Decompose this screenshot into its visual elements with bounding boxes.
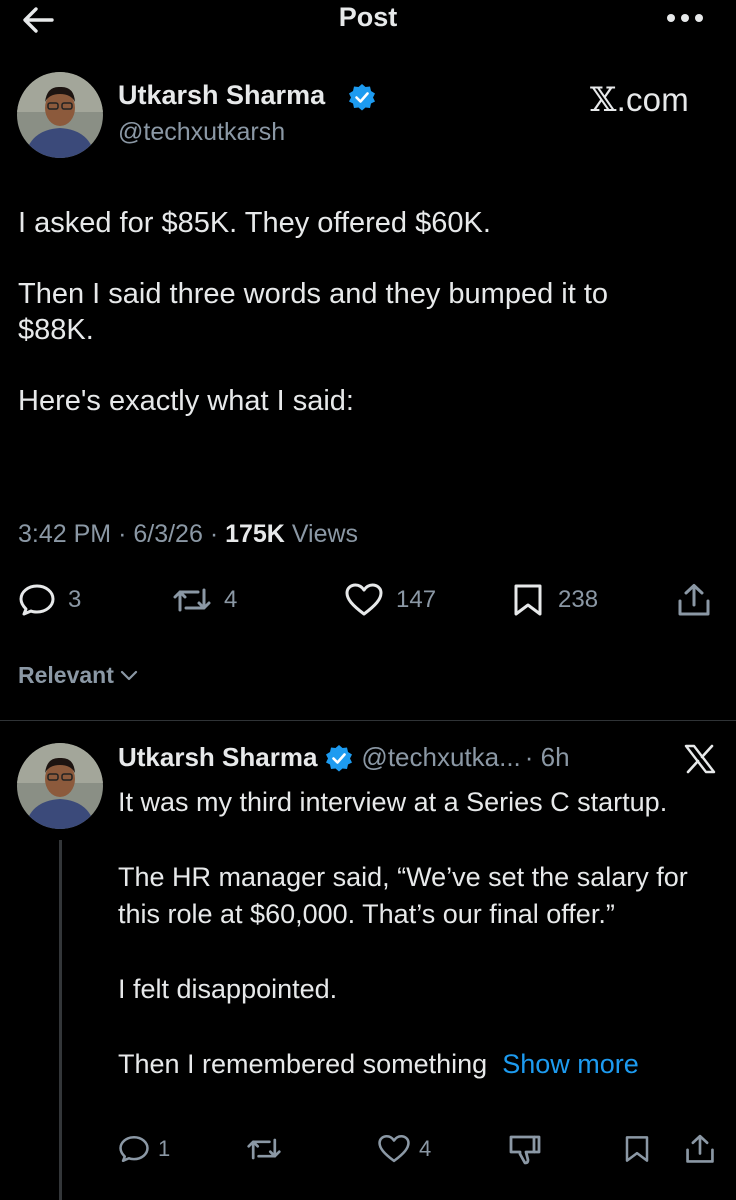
post-paragraph: Then I said three words and they bumped … — [18, 278, 609, 346]
repost-button[interactable]: 4 — [172, 582, 237, 618]
share-icon — [678, 584, 710, 616]
post-paragraph: Here's exactly what I said: — [18, 385, 354, 417]
reply-paragraph: I felt disappointed. — [118, 974, 338, 1004]
views-label[interactable]: Views — [292, 520, 358, 548]
avatar[interactable] — [17, 72, 103, 158]
reply-like-button[interactable]: 4 — [377, 1132, 431, 1166]
post-meta: 3:42 PM · 6/3/26 · 175K Views — [18, 520, 359, 548]
avatar-image — [17, 72, 103, 158]
reply-author-handle[interactable]: @techxutka... — [361, 742, 520, 773]
show-more-link[interactable]: Show more — [502, 1049, 639, 1079]
bookmark-button[interactable]: 238 — [510, 582, 598, 618]
post-date: 6/3/26 — [133, 520, 203, 548]
like-button[interactable]: 147 — [344, 582, 436, 618]
reply-bookmark-button[interactable] — [622, 1132, 660, 1166]
author-name[interactable]: Utkarsh Sharma — [118, 80, 325, 111]
share-button[interactable] — [676, 582, 724, 618]
reply-paragraph: The HR manager said, “We’ve set the sala… — [118, 862, 688, 929]
sort-dropdown[interactable]: Relevant — [18, 662, 138, 689]
reply-header: Utkarsh Sharma @techxutka... · 6h — [118, 742, 570, 773]
heart-icon — [345, 583, 383, 616]
repost-icon — [247, 1138, 281, 1160]
post-text: I asked for $85K. They offered $60K. The… — [18, 205, 718, 454]
author-handle[interactable]: @techxutkarsh — [118, 118, 285, 147]
post-time: 3:42 PM — [18, 520, 112, 548]
heart-icon — [378, 1134, 410, 1163]
share-icon — [686, 1134, 714, 1163]
like-count: 147 — [396, 586, 437, 613]
reply-age: · 6h — [524, 742, 570, 772]
post-paragraph: I asked for $85K. They offered $60K. — [18, 207, 491, 239]
x-logo-icon — [684, 744, 716, 774]
reply-repost-button[interactable] — [246, 1132, 290, 1166]
x-logo-icon: 𝕏 — [590, 80, 617, 120]
reply-icon — [19, 584, 55, 616]
reply-icon — [119, 1135, 149, 1163]
avatar-image — [17, 743, 103, 829]
sort-label: Relevant — [18, 662, 114, 688]
reply-button[interactable]: 3 — [18, 582, 81, 618]
repost-count: 4 — [224, 586, 238, 613]
thumbs-down-icon — [509, 1135, 541, 1165]
reply-reply-count: 1 — [158, 1136, 171, 1161]
reply-dislike-button[interactable] — [508, 1132, 550, 1166]
more-icon — [667, 14, 703, 22]
reply-text: It was my third interview at a Series C … — [118, 784, 718, 1083]
repost-icon — [173, 588, 211, 612]
page-title: Post — [338, 2, 398, 32]
chevron-down-icon — [120, 670, 137, 680]
divider — [0, 720, 736, 721]
bookmark-icon — [625, 1136, 649, 1162]
source-label: 𝕏.com — [590, 80, 689, 120]
thread-line — [59, 840, 62, 1200]
reply-paragraph: It was my third interview at a Series C … — [118, 787, 668, 817]
reply-paragraph: Then I remembered something Show more — [118, 1046, 718, 1083]
reply-last-line: Then I remembered something — [118, 1049, 488, 1079]
reply-like-count: 4 — [419, 1136, 432, 1161]
reply-share-button[interactable] — [684, 1132, 724, 1166]
reply-avatar[interactable] — [17, 743, 103, 829]
views-count: 175K — [225, 520, 285, 548]
reply-reply-button[interactable]: 1 — [118, 1132, 170, 1166]
reply-count: 3 — [68, 586, 82, 613]
verified-badge-icon — [348, 83, 376, 111]
verified-badge-icon — [325, 744, 353, 772]
bookmark-count: 238 — [558, 586, 599, 613]
bookmark-icon — [514, 584, 542, 616]
more-options-button[interactable] — [662, 6, 708, 30]
reply-author-name[interactable]: Utkarsh Sharma — [118, 742, 317, 773]
